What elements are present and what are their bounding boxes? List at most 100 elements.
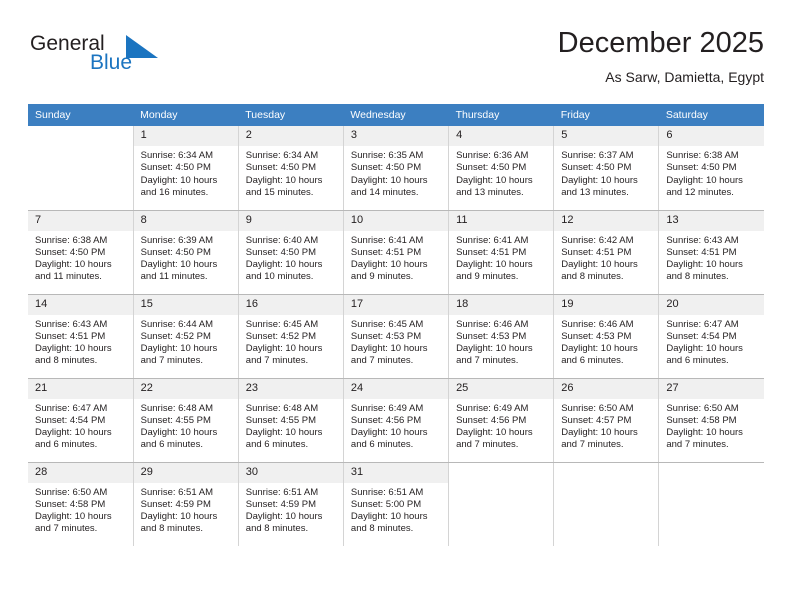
day-details: Sunrise: 6:51 AM Sunset: 4:59 PM Daylight:… (239, 483, 343, 536)
day-number (659, 463, 764, 483)
day-detail-line: Sunrise: 6:38 AM (666, 150, 739, 161)
day-detail-line: Sunset: 4:56 PM (350, 414, 422, 426)
day-cell-inner (554, 463, 658, 547)
calendar-day-cell[interactable]: 29 Sunrise: 6:51 AM Sunset: 4:59 PM Dayligh… (133, 462, 239, 546)
day-details: Sunrise: 6:47 AM Sunset: 4:54 PM Daylight:… (659, 315, 764, 368)
calendar-day-cell[interactable]: 14 Sunrise: 6:43 AM Sunset: 4:51 PM Dayligh… (28, 294, 134, 379)
calendar-day-cell[interactable]: 11 Sunrise: 6:41 AM Sunset: 4:51 PM Dayligh… (448, 210, 555, 295)
calendar-day-cell[interactable]: 17 Sunrise: 6:45 AM Sunset: 4:53 PM Dayligh… (343, 294, 450, 379)
calendar-day-cell[interactable]: 7 Sunrise: 6:38 AM Sunset: 4:50 PM Daylight… (28, 210, 134, 295)
calendar-day-cell[interactable]: 10 Sunrise: 6:41 AM Sunset: 4:51 PM Dayligh… (343, 210, 450, 295)
day-detail-line: Sunset: 4:50 PM (245, 162, 317, 174)
day-number: 27 (659, 378, 764, 399)
calendar-week-row: 28 Sunrise: 6:50 AM Sunset: 4:58 PM Dayligh… (28, 462, 764, 546)
day-number: 7 (28, 210, 133, 231)
day-detail-line: Sunrise: 6:41 AM (350, 234, 424, 246)
day-number: 1 (133, 126, 238, 146)
day-cell-inner (28, 126, 133, 210)
calendar-day-cell[interactable]: 12 Sunrise: 6:42 AM Sunset: 4:51 PM Dayligh… (553, 210, 660, 295)
day-detail-line: Sunset: 4:56 PM (456, 414, 527, 426)
day-detail-line: and 9 minutes. (350, 271, 414, 283)
day-detail-line: Sunrise: 6:34 AM (245, 150, 319, 161)
weekday-header-tuesday: Tuesday (238, 104, 344, 126)
day-detail-line: Sunrise: 6:42 AM (561, 234, 634, 246)
day-detail-line: Daylight: 10 hours (666, 427, 743, 439)
day-number (28, 126, 133, 146)
day-detail-line: Daylight: 10 hours (245, 511, 323, 523)
calendar-day-cell[interactable]: 13 Sunrise: 6:43 AM Sunset: 4:51 PM Dayligh… (658, 210, 764, 295)
day-details: Sunrise: 6:41 AM Sunset: 4:51 PM Daylight:… (344, 231, 448, 284)
day-detail-line: Sunset: 4:53 PM (350, 330, 422, 342)
day-number: 16 (238, 294, 343, 315)
calendar-day-cell[interactable]: 27 Sunrise: 6:50 AM Sunset: 4:58 PM Dayligh… (658, 378, 764, 463)
calendar-day-cell[interactable]: 15 Sunrise: 6:44 AM Sunset: 4:52 PM Dayligh… (133, 294, 239, 379)
day-detail-line: Sunrise: 6:50 AM (666, 402, 739, 414)
day-detail-line: Sunrise: 6:37 AM (561, 150, 634, 161)
day-detail-line: and 7 minutes. (666, 439, 729, 451)
day-detail-line: Sunset: 4:59 PM (245, 498, 317, 510)
day-details: Sunrise: 6:44 AM Sunset: 4:52 PM Daylight:… (134, 315, 238, 368)
day-details: Sunrise: 6:50 AM Sunset: 4:58 PM Daylight:… (659, 399, 764, 452)
day-detail-line: and 6 minutes. (666, 355, 729, 367)
calendar-day-cell[interactable]: 22 Sunrise: 6:48 AM Sunset: 4:55 PM Dayligh… (133, 378, 239, 463)
day-number: 22 (133, 378, 238, 399)
calendar-day-cell[interactable]: 25 Sunrise: 6:49 AM Sunset: 4:56 PM Dayligh… (448, 378, 555, 463)
day-details: Sunrise: 6:50 AM Sunset: 4:57 PM Daylight:… (554, 399, 658, 452)
brand-logo[interactable]: General Blue (28, 32, 208, 88)
day-detail-line: Daylight: 10 hours (456, 259, 533, 271)
calendar-day-cell[interactable]: 21 Sunrise: 6:47 AM Sunset: 4:54 PM Dayligh… (28, 378, 134, 463)
day-detail-line: and 6 minutes. (245, 439, 309, 451)
day-detail-line: Sunset: 4:55 PM (140, 414, 211, 426)
day-details: Sunrise: 6:51 AM Sunset: 4:59 PM Daylight:… (134, 483, 238, 536)
calendar-day-cell[interactable]: 20 Sunrise: 6:47 AM Sunset: 4:54 PM Dayligh… (658, 294, 764, 379)
calendar-day-cell[interactable]: 28 Sunrise: 6:50 AM Sunset: 4:58 PM Dayligh… (28, 462, 134, 546)
day-cell-inner: 12 Sunrise: 6:42 AM Sunset: 4:51 PM Dayligh… (554, 210, 659, 294)
day-detail-line: Sunrise: 6:47 AM (35, 402, 108, 414)
day-number: 2 (238, 126, 343, 146)
day-detail-line: and 13 minutes. (561, 186, 629, 198)
day-cell-inner: 3 Sunrise: 6:35 AM Sunset: 4:50 PM Daylight… (343, 126, 449, 210)
calendar-day-cell[interactable]: 30 Sunrise: 6:51 AM Sunset: 4:59 PM Dayligh… (238, 462, 344, 546)
day-cell-inner: 1 Sunrise: 6:34 AM Sunset: 4:50 PM Daylight… (133, 126, 238, 210)
calendar-day-cell[interactable]: 4 Sunrise: 6:36 AM Sunset: 4:50 PM Daylight… (448, 126, 555, 211)
day-detail-line: Sunset: 4:54 PM (666, 330, 737, 342)
day-detail-line: Sunrise: 6:43 AM (666, 234, 739, 246)
day-detail-line: Sunset: 4:50 PM (666, 162, 737, 174)
day-number: 31 (343, 462, 449, 483)
day-detail-line: Sunrise: 6:51 AM (245, 486, 319, 498)
day-cell-inner: 20 Sunrise: 6:47 AM Sunset: 4:54 PM Dayligh… (659, 294, 764, 378)
calendar-day-cell[interactable]: 5 Sunrise: 6:37 AM Sunset: 4:50 PM Daylight… (553, 126, 660, 211)
day-details: Sunrise: 6:46 AM Sunset: 4:53 PM Daylight:… (449, 315, 553, 368)
calendar-day-cell[interactable]: 26 Sunrise: 6:50 AM Sunset: 4:57 PM Dayligh… (553, 378, 660, 463)
calendar-day-cell[interactable]: 6 Sunrise: 6:38 AM Sunset: 4:50 PM Daylight… (658, 126, 764, 211)
day-detail-line: Daylight: 10 hours (350, 259, 428, 271)
calendar-day-cell[interactable]: 9 Sunrise: 6:40 AM Sunset: 4:50 PM Daylight… (238, 210, 344, 295)
calendar-header-row: Sunday Monday Tuesday Wednesday Thursday Frid… (28, 104, 764, 126)
calendar-day-cell[interactable]: 31 Sunrise: 6:51 AM Sunset: 5:00 PM Dayligh… (343, 462, 450, 546)
calendar-day-cell[interactable]: 19 Sunrise: 6:46 AM Sunset: 4:53 PM Dayligh… (553, 294, 660, 379)
day-number (449, 463, 553, 483)
calendar-day-cell[interactable]: 24 Sunrise: 6:49 AM Sunset: 4:56 PM Dayligh… (343, 378, 450, 463)
day-detail-line: Sunset: 4:50 PM (350, 162, 422, 174)
day-details: Sunrise: 6:36 AM Sunset: 4:50 PM Daylight:… (449, 146, 553, 199)
day-cell-inner: 13 Sunrise: 6:43 AM Sunset: 4:51 PM Dayligh… (659, 210, 764, 294)
day-detail-line: Sunrise: 6:36 AM (456, 150, 529, 161)
day-cell-inner: 10 Sunrise: 6:41 AM Sunset: 4:51 PM Dayligh… (343, 210, 449, 294)
day-detail-line: Sunset: 4:58 PM (666, 414, 737, 426)
calendar-day-cell[interactable]: 8 Sunrise: 6:39 AM Sunset: 4:50 PM Daylight… (133, 210, 239, 295)
day-detail-line: Sunrise: 6:50 AM (35, 486, 108, 498)
day-detail-line: Daylight: 10 hours (35, 511, 112, 523)
day-detail-line: and 8 minutes. (245, 523, 309, 535)
brand-name-blue: Blue (90, 51, 133, 74)
day-detail-line: Sunrise: 6:49 AM (456, 402, 529, 414)
calendar-day-cell[interactable]: 2 Sunrise: 6:34 AM Sunset: 4:50 PM Daylight… (238, 126, 344, 211)
day-detail-line: Sunrise: 6:47 AM (666, 318, 739, 330)
day-detail-line: Sunset: 4:50 PM (35, 246, 106, 258)
calendar-week-row: 7 Sunrise: 6:38 AM Sunset: 4:50 PM Daylight… (28, 210, 764, 295)
calendar-day-cell[interactable]: 18 Sunrise: 6:46 AM Sunset: 4:53 PM Dayligh… (448, 294, 555, 379)
calendar-day-cell[interactable]: 1 Sunrise: 6:34 AM Sunset: 4:50 PM Daylight… (133, 126, 239, 211)
day-detail-line: Sunset: 4:55 PM (245, 414, 317, 426)
calendar-day-cell[interactable]: 3 Sunrise: 6:35 AM Sunset: 4:50 PM Daylight… (343, 126, 450, 211)
calendar-day-cell[interactable]: 23 Sunrise: 6:48 AM Sunset: 4:55 PM Dayligh… (238, 378, 344, 463)
calendar-day-cell[interactable]: 16 Sunrise: 6:45 AM Sunset: 4:52 PM Dayligh… (238, 294, 344, 379)
